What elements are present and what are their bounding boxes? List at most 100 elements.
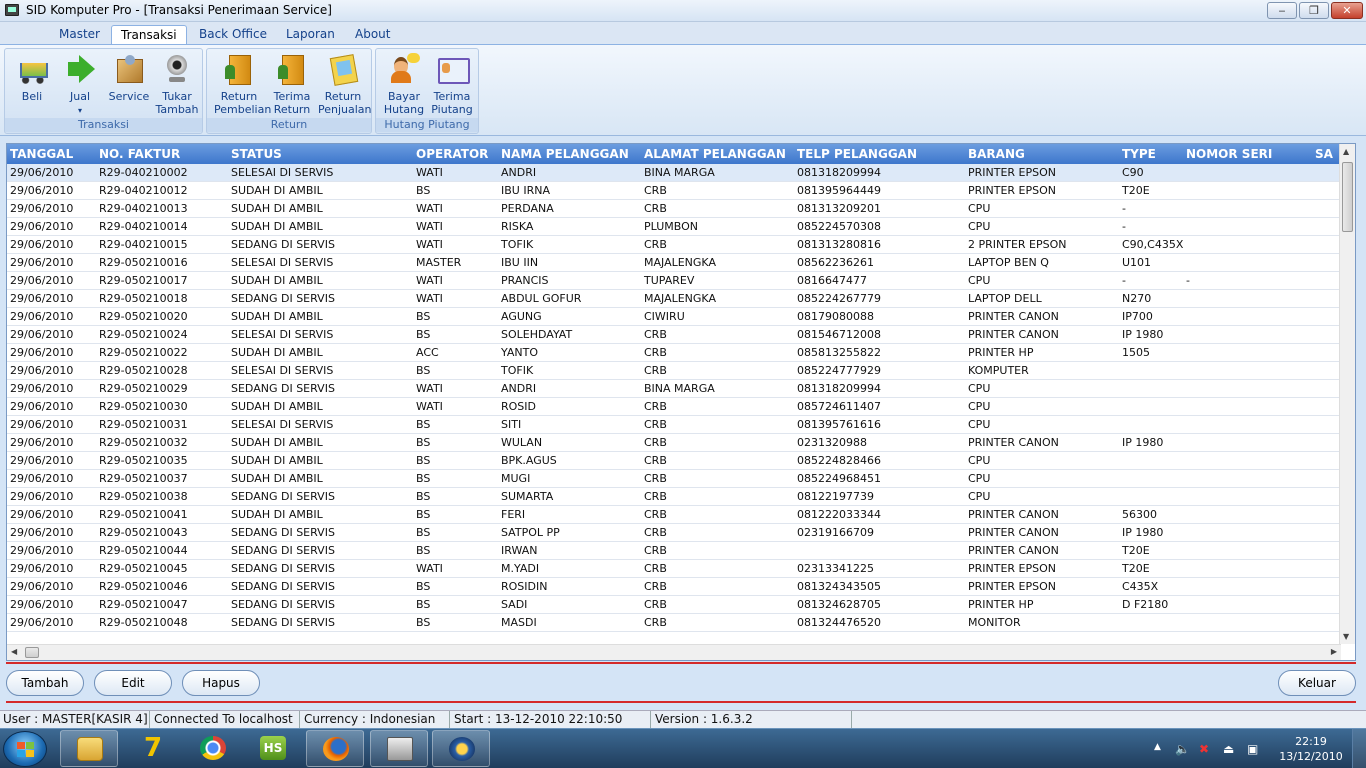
show-desktop-button[interactable] (1352, 729, 1366, 768)
table-row[interactable]: 29/06/2010 R29-050210016 SELESAI DI SERVIS… (7, 254, 1341, 272)
scroll-left-icon[interactable]: ◀ (11, 647, 17, 656)
clock[interactable]: 22:19 13/12/2010 (1276, 734, 1346, 764)
column-header[interactable]: TANGGAL (10, 147, 73, 161)
table-row[interactable]: 29/06/2010 R29-050210038 SEDANG DI SERVIS B… (7, 488, 1341, 506)
column-header[interactable]: OPERATOR (416, 147, 488, 161)
tray-arrow-icon[interactable]: ▲ (1154, 742, 1161, 752)
horizontal-scrollbar[interactable]: ◀ ▶ (7, 644, 1341, 660)
table-row[interactable]: 29/06/2010 R29-050210041 SUDAH DI AMBIL BS F… (7, 506, 1341, 524)
column-header[interactable]: TELP PELANGGAN (797, 147, 917, 161)
table-row[interactable]: 29/06/2010 R29-050210018 SEDANG DI SERVIS W… (7, 290, 1341, 308)
column-header[interactable]: NOMOR SERI (1186, 147, 1272, 161)
table-cell: TUPAREV (644, 274, 695, 287)
usb-icon[interactable]: ⏏ (1223, 742, 1234, 756)
table-row[interactable]: 29/06/2010 R29-050210048 SEDANG DI SERVIS B… (7, 614, 1341, 632)
service-grid[interactable]: TANGGAL NO. FAKTUR STATUS OPERATOR NAMA PELA… (6, 143, 1356, 661)
return-penjualan-button[interactable]: Return Penjualan (318, 53, 372, 116)
action-center-icon[interactable]: ▣ (1247, 742, 1258, 756)
table-cell: 29/06/2010 (10, 220, 74, 233)
scroll-down-icon[interactable]: ▼ (1343, 632, 1349, 641)
table-row[interactable]: 29/06/2010 R29-040210014 SUDAH DI AMBIL WAT… (7, 218, 1341, 236)
table-cell: R29-050210043 (99, 526, 188, 539)
taskbar-explorer[interactable] (60, 730, 118, 767)
beli-button[interactable]: Beli (7, 53, 57, 103)
table-row[interactable]: 29/06/2010 R29-050210029 SEDANG DI SERVIS W… (7, 380, 1341, 398)
column-header[interactable]: BARANG (968, 147, 1025, 161)
minimize-button[interactable]: ‒ (1267, 2, 1297, 19)
table-row[interactable]: 29/06/2010 R29-050210043 SEDANG DI SERVIS B… (7, 524, 1341, 542)
bayar-hutang-button[interactable]: Bayar Hutang (379, 53, 429, 116)
table-row[interactable]: 29/06/2010 R29-050210031 SELESAI DI SERVIS… (7, 416, 1341, 434)
table-row[interactable]: 29/06/2010 R29-040210012 SUDAH DI AMBIL BS I… (7, 182, 1341, 200)
keluar-button[interactable]: Keluar (1278, 670, 1356, 696)
taskbar-chrome[interactable] (184, 730, 242, 767)
grid-body[interactable]: 29/06/2010 R29-040210002 SELESAI DI SERVIS… (7, 164, 1341, 632)
table-row[interactable]: 29/06/2010 R29-040210013 SUDAH DI AMBIL WAT… (7, 200, 1341, 218)
close-button[interactable]: ✕ (1331, 2, 1363, 19)
tab-master[interactable]: Master (50, 25, 109, 44)
table-row[interactable]: 29/06/2010 R29-050210030 SUDAH DI AMBIL WAT… (7, 398, 1341, 416)
table-row[interactable]: 29/06/2010 R29-050210020 SUDAH DI AMBIL BS A… (7, 308, 1341, 326)
vertical-scrollbar[interactable]: ▲ ▼ (1339, 144, 1355, 644)
table-cell: 29/06/2010 (10, 274, 74, 287)
firefox-icon (323, 737, 349, 761)
table-cell: SEDANG DI SERVIS (231, 580, 335, 593)
table-cell: 29/06/2010 (10, 562, 74, 575)
terima-piutang-button[interactable]: Terima Piutang (427, 53, 477, 116)
table-row[interactable]: 29/06/2010 R29-050210024 SELESAI DI SERVIS… (7, 326, 1341, 344)
table-row[interactable]: 29/06/2010 R29-050210032 SUDAH DI AMBIL BS W… (7, 434, 1341, 452)
network-error-icon[interactable]: ✖ (1199, 742, 1209, 756)
column-header[interactable]: NO. FAKTUR (99, 147, 180, 161)
table-cell: SUDAH DI AMBIL (231, 436, 323, 449)
edit-button[interactable]: Edit (94, 670, 172, 696)
tukar-tambah-button[interactable]: Tukar Tambah (152, 53, 202, 116)
tab-transaksi[interactable]: Transaksi (111, 25, 187, 44)
table-row[interactable]: 29/06/2010 R29-050210017 SUDAH DI AMBIL WAT… (7, 272, 1341, 290)
table-row[interactable]: 29/06/2010 R29-050210044 SEDANG DI SERVIS B… (7, 542, 1341, 560)
table-cell: MAJALENGKA (644, 256, 716, 269)
return-pembelian-button[interactable]: Return Pembelian (214, 53, 271, 116)
column-header[interactable]: ALAMAT PELANGGAN (644, 147, 786, 161)
service-button[interactable]: Service (104, 53, 154, 103)
taskbar-hs[interactable]: HS (244, 730, 302, 767)
start-button[interactable] (3, 731, 47, 767)
jual-button[interactable]: Jual ▾ (55, 53, 105, 117)
column-header[interactable]: TYPE (1122, 147, 1156, 161)
return-label: Return (220, 90, 258, 103)
table-row[interactable]: 29/06/2010 R29-050210047 SEDANG DI SERVIS B… (7, 596, 1341, 614)
table-row[interactable]: 29/06/2010 R29-050210028 SELESAI DI SERVIS… (7, 362, 1341, 380)
tambah-button[interactable]: Tambah (6, 670, 84, 696)
table-cell: PRINTER EPSON (968, 184, 1057, 197)
table-row[interactable]: 29/06/2010 R29-050210045 SEDANG DI SERVIS W… (7, 560, 1341, 578)
volume-icon[interactable]: 🔈 (1175, 742, 1190, 756)
column-header[interactable]: NAMA PELANGGAN (501, 147, 629, 161)
table-cell: PLUMBON (644, 220, 698, 233)
scroll-right-icon[interactable]: ▶ (1331, 647, 1337, 656)
table-cell: PRINTER CANON (968, 436, 1059, 449)
table-row[interactable]: 29/06/2010 R29-050210022 SUDAH DI AMBIL ACC… (7, 344, 1341, 362)
taskbar-computer[interactable] (370, 730, 428, 767)
note-icon (327, 53, 359, 85)
scroll-up-icon[interactable]: ▲ (1343, 147, 1349, 156)
table-row[interactable]: 29/06/2010 R29-040210015 SEDANG DI SERVIS W… (7, 236, 1341, 254)
table-row[interactable]: 29/06/2010 R29-050210037 SUDAH DI AMBIL BS M… (7, 470, 1341, 488)
terima-return-button[interactable]: Terima Return (267, 53, 317, 116)
column-header[interactable]: STATUS (231, 147, 282, 161)
horizontal-scroll-thumb[interactable] (25, 647, 39, 658)
taskbar-seven[interactable]: 7 (124, 730, 182, 767)
tab-about[interactable]: About (346, 25, 399, 44)
table-row[interactable]: 29/06/2010 R29-040210002 SELESAI DI SERVIS… (7, 164, 1341, 182)
table-row[interactable]: 29/06/2010 R29-050210046 SEDANG DI SERVIS B… (7, 578, 1341, 596)
vertical-scroll-thumb[interactable] (1342, 162, 1353, 232)
taskbar-firefox[interactable] (306, 730, 364, 767)
taskbar-sid-app[interactable] (432, 730, 490, 767)
column-header[interactable]: SA (1315, 147, 1333, 161)
table-cell: 02319166709 (797, 526, 874, 539)
restore-button[interactable]: ❐ (1299, 2, 1329, 19)
table-cell: SELESAI DI SERVIS (231, 166, 334, 179)
tab-back-office[interactable]: Back Office (190, 25, 276, 44)
hapus-button[interactable]: Hapus (182, 670, 260, 696)
table-cell: SEDANG DI SERVIS (231, 544, 335, 557)
table-row[interactable]: 29/06/2010 R29-050210035 SUDAH DI AMBIL BS B… (7, 452, 1341, 470)
tab-laporan[interactable]: Laporan (277, 25, 344, 44)
